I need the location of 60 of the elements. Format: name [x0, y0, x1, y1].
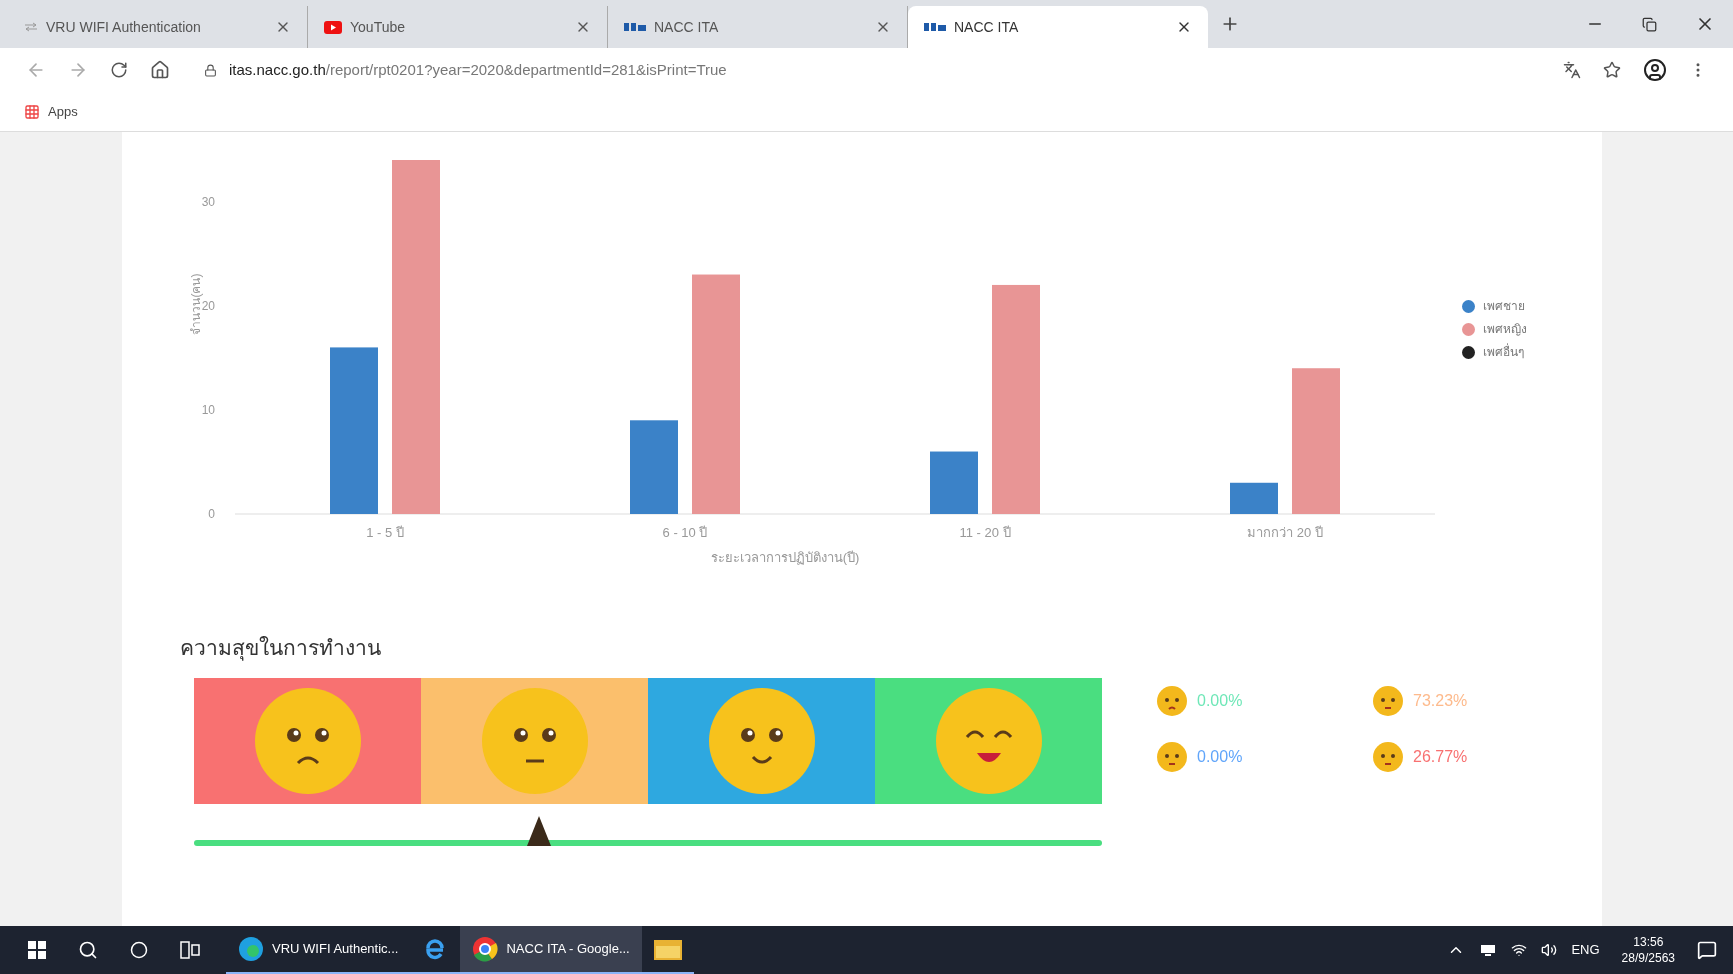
logo-icon: [924, 22, 946, 32]
percentage-text: 73.23%: [1413, 690, 1468, 711]
legend-label: เพศอื่นๆ: [1483, 343, 1524, 361]
taskbar-app[interactable]: NACC ITA - Google...: [460, 926, 642, 974]
x-tick-label: 1 - 5 ปี: [366, 525, 404, 540]
percentage-text: 26.77%: [1413, 746, 1468, 767]
y-axis-title: จำนวน(คน): [189, 273, 203, 335]
bar: [930, 451, 978, 514]
windows-logo-icon[interactable]: [28, 941, 46, 959]
notification-icon[interactable]: [1697, 940, 1717, 960]
browser-icon: [472, 936, 499, 962]
browser-tab[interactable]: NACC ITA: [908, 6, 1208, 48]
legend-label: เพศชาย: [1483, 298, 1525, 315]
x-tick-label: มากกว่า 20 ปี: [1247, 525, 1323, 540]
y-tick-label: 0: [208, 507, 215, 521]
play-logo-icon: [324, 20, 342, 34]
percentage-text: 0.00%: [1197, 690, 1243, 711]
apps-grid-icon: [24, 103, 40, 120]
arrows-icon: [24, 22, 38, 32]
browser-icon: [238, 936, 264, 962]
browser-tab[interactable]: VRU WIFI Authentication: [8, 6, 308, 48]
clock[interactable]: 13:56 28/9/2563: [1613, 934, 1683, 966]
apps-shortcut[interactable]: Apps: [24, 101, 78, 122]
volume-icon[interactable]: [1541, 942, 1558, 958]
section-title: ความสุขในการทำงาน: [180, 635, 382, 663]
face-icon: [1157, 685, 1187, 716]
browser-tab[interactable]: YouTube: [308, 6, 608, 48]
face-icon: [1373, 685, 1403, 716]
taskbar-app[interactable]: VRU WIFI Authentic...: [226, 926, 411, 974]
face-icon: [1373, 741, 1403, 772]
cortana-circle-icon[interactable]: [130, 941, 148, 959]
face-icon: [480, 686, 589, 795]
x-axis-title: ระยะเวลาการปฏิบัติงาน(ปี): [710, 550, 860, 565]
y-tick-label: 10: [201, 402, 215, 417]
folder-icon: [653, 938, 682, 960]
face-icon: [1157, 741, 1187, 772]
home-icon[interactable]: [150, 60, 170, 80]
face-icon: [253, 686, 362, 795]
x-tick-label: 6 - 10 ปี: [662, 525, 708, 540]
star-icon[interactable]: [1603, 61, 1621, 79]
restore-icon[interactable]: [1642, 16, 1657, 32]
language-indicator[interactable]: ENG: [1571, 940, 1600, 960]
task-view-icon[interactable]: [180, 941, 200, 959]
lock-icon: [204, 63, 217, 77]
translate-icon[interactable]: [1563, 61, 1581, 79]
reload-icon[interactable]: [110, 61, 128, 79]
y-tick-label: 20: [201, 298, 215, 313]
face-icon: [934, 686, 1043, 795]
bar: [1230, 482, 1278, 514]
profile-icon[interactable]: [1643, 58, 1667, 82]
face-icon: [707, 686, 816, 795]
search-icon[interactable]: [78, 940, 98, 960]
address-bar[interactable]: itas.nacc.go.th/report/rpt0201?year=2020&departmentId=281&isPrint=True: [192, 53, 1541, 87]
network-icon[interactable]: [1479, 943, 1498, 957]
wifi-icon[interactable]: [1511, 942, 1528, 958]
legend-label: เพศหญิง: [1483, 321, 1527, 338]
x-tick-label: 11 - 20 ปี: [959, 525, 1011, 540]
percentage-text: 0.00%: [1197, 746, 1243, 767]
y-tick-label: 30: [201, 194, 215, 209]
logo-icon: [624, 22, 646, 32]
